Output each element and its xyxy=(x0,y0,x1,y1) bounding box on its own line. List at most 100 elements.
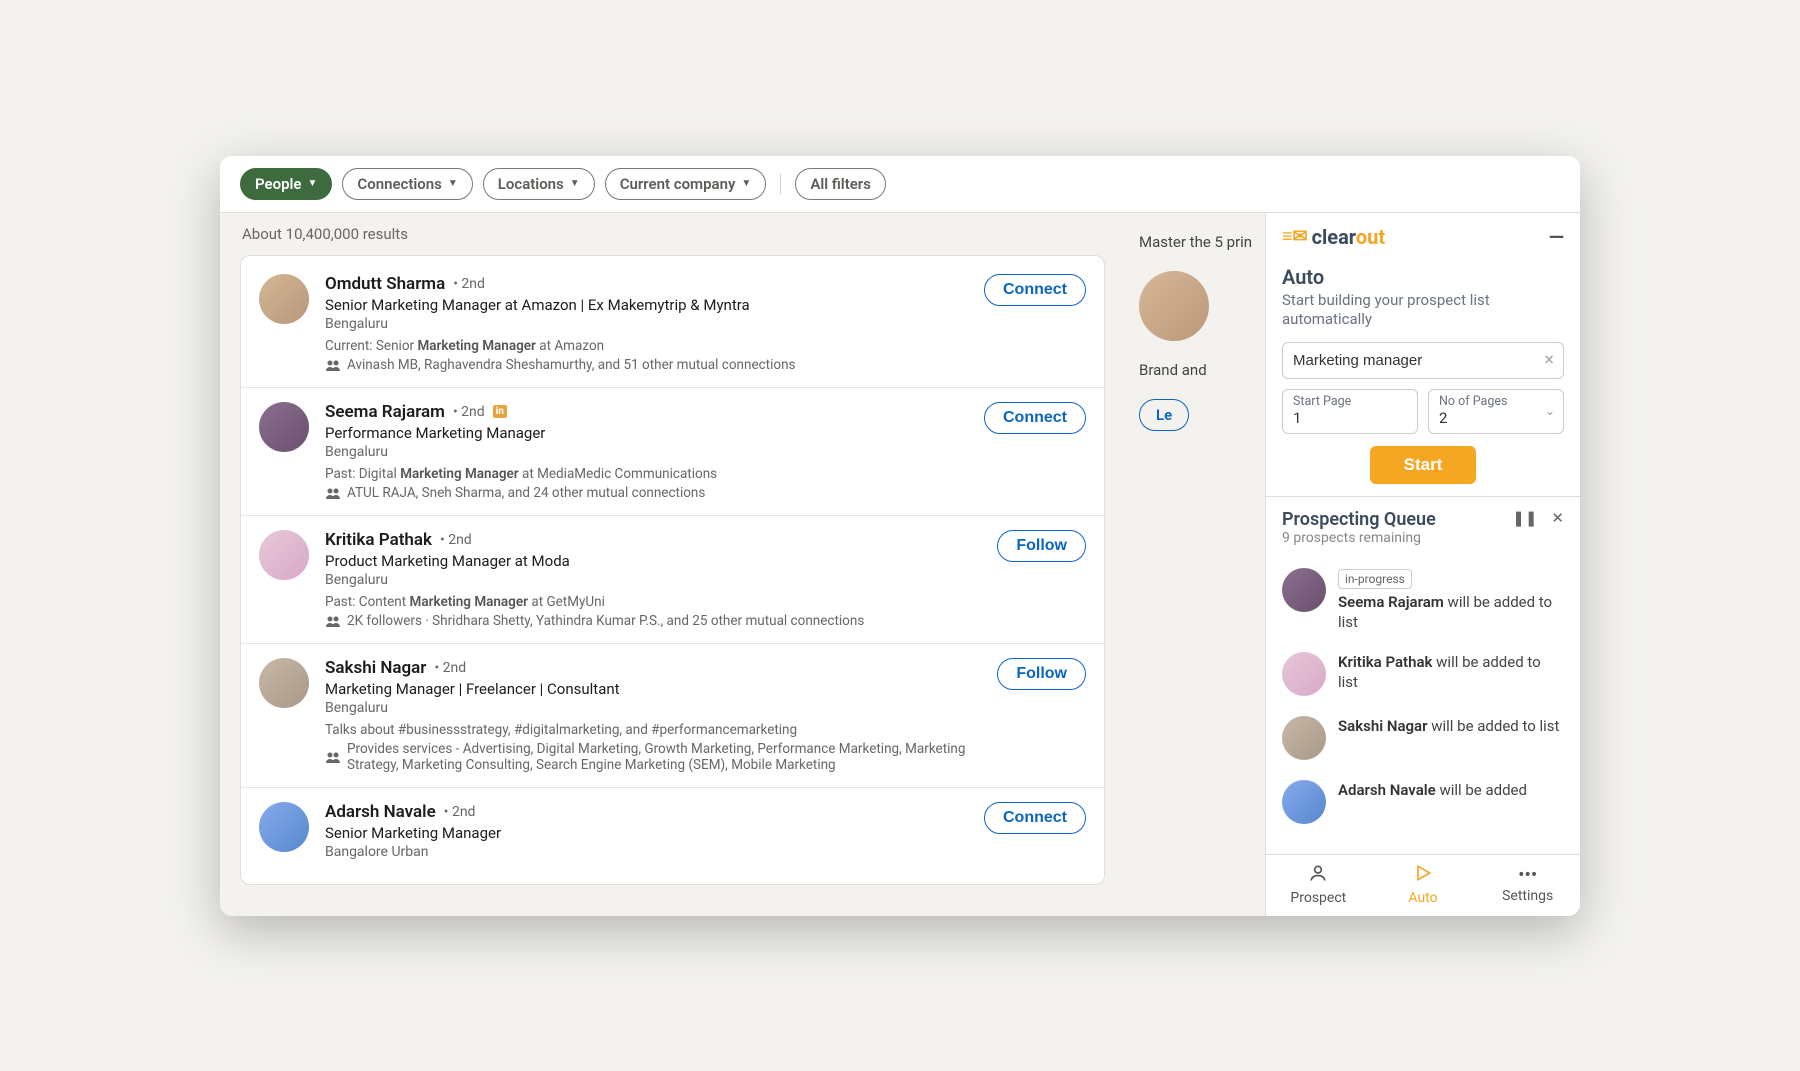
avatar[interactable] xyxy=(259,402,309,452)
queue-item: Sakshi Nagar will be added to list xyxy=(1266,706,1580,770)
people-icon xyxy=(325,487,341,499)
page-inputs-row: Start Page 1 No of Pages 2 ⌄ xyxy=(1282,389,1564,434)
people-icon xyxy=(325,751,341,763)
nav-auto-label: Auto xyxy=(1408,890,1437,906)
pages-value: 2 xyxy=(1439,409,1553,427)
result-meta: Past: Content Marketing Manager at GetMy… xyxy=(325,594,981,610)
auto-title: Auto xyxy=(1282,265,1564,289)
result-action-col: Connect xyxy=(984,802,1086,866)
result-degree: • 2nd xyxy=(453,276,485,292)
results-list: Omdutt Sharma • 2nd Senior Marketing Man… xyxy=(240,255,1105,885)
result-headline: Product Marketing Manager at Moda xyxy=(325,552,981,570)
result-meta: Talks about #businessstrategy, #digitalm… xyxy=(325,722,981,738)
queue-avatar xyxy=(1282,716,1326,760)
results-count: About 10,400,000 results xyxy=(220,213,1125,255)
mutual-connections: Provides services - Advertising, Digital… xyxy=(325,741,981,773)
result-action-col: Follow xyxy=(997,658,1086,773)
result-action-col: Follow xyxy=(997,530,1086,629)
result-degree: • 2nd xyxy=(453,404,485,420)
queue-item-text: in-progressSeema Rajaram will be added t… xyxy=(1338,568,1564,633)
search-result: Adarsh Navale • 2nd Senior Marketing Man… xyxy=(241,788,1104,880)
filter-locations-label: Locations xyxy=(498,175,564,193)
person-icon xyxy=(1266,863,1371,888)
queue-list: in-progressSeema Rajaram will be added t… xyxy=(1266,552,1580,854)
sidebar-ad: Master the 5 prin Brand and Le xyxy=(1125,213,1265,916)
follow-button[interactable]: Follow xyxy=(997,530,1086,562)
result-name[interactable]: Seema Rajaram xyxy=(325,402,445,422)
queue-item-text: Sakshi Nagar will be added to list xyxy=(1338,716,1564,736)
result-name[interactable]: Sakshi Nagar xyxy=(325,658,426,678)
queue-status-badge: in-progress xyxy=(1338,569,1412,589)
queue-item-text: Adarsh Navale will be added xyxy=(1338,780,1564,800)
filter-all-filters-label: All filters xyxy=(810,175,871,193)
connect-button[interactable]: Connect xyxy=(984,802,1086,834)
result-location: Bengaluru xyxy=(325,316,968,332)
result-headline: Performance Marketing Manager xyxy=(325,424,968,442)
queue-item: Adarsh Navale will be added xyxy=(1266,770,1580,834)
nav-prospect[interactable]: Prospect xyxy=(1266,855,1371,916)
nav-prospect-label: Prospect xyxy=(1290,890,1346,906)
minimize-button[interactable]: — xyxy=(1549,225,1564,249)
avatar[interactable] xyxy=(259,802,309,852)
avatar[interactable] xyxy=(259,658,309,708)
result-meta: Past: Digital Marketing Manager at Media… xyxy=(325,466,968,482)
filter-connections[interactable]: Connections ▼ xyxy=(342,168,472,200)
dots-icon: ••• xyxy=(1475,863,1580,886)
filter-current-company-label: Current company xyxy=(620,175,736,193)
filter-all-filters[interactable]: All filters xyxy=(795,168,886,200)
filter-bar: People ▼ Connections ▼ Locations ▼ Curre… xyxy=(220,156,1580,213)
queue-remaining: 9 prospects remaining xyxy=(1282,530,1436,546)
clear-input-icon[interactable]: × xyxy=(1544,350,1554,371)
result-degree: • 2nd xyxy=(440,532,472,548)
ad-text-2: Brand and xyxy=(1139,361,1265,379)
connect-button[interactable]: Connect xyxy=(984,274,1086,306)
result-name[interactable]: Kritika Pathak xyxy=(325,530,432,550)
app-window: People ▼ Connections ▼ Locations ▼ Curre… xyxy=(220,156,1580,916)
search-result: Kritika Pathak • 2nd Product Marketing M… xyxy=(241,516,1104,644)
nav-auto[interactable]: Auto xyxy=(1371,855,1476,916)
nav-settings-label: Settings xyxy=(1502,888,1553,904)
result-action-col: Connect xyxy=(984,402,1086,501)
mutual-connections: Avinash MB, Raghavendra Sheshamurthy, an… xyxy=(325,357,968,373)
result-body: Seema Rajaram • 2nd in Performance Marke… xyxy=(325,402,968,501)
result-action-col: Connect xyxy=(984,274,1086,373)
search-result: Omdutt Sharma • 2nd Senior Marketing Man… xyxy=(241,260,1104,388)
result-degree: • 2nd xyxy=(434,660,466,676)
ad-button[interactable]: Le xyxy=(1139,399,1189,431)
follow-button[interactable]: Follow xyxy=(997,658,1086,690)
result-meta: Current: Senior Marketing Manager at Ama… xyxy=(325,338,968,354)
play-icon xyxy=(1371,863,1476,888)
caret-down-icon: ▼ xyxy=(741,178,751,189)
start-page-label: Start Page xyxy=(1293,394,1407,409)
start-page-field[interactable]: Start Page 1 xyxy=(1282,389,1418,434)
pages-field[interactable]: No of Pages 2 ⌄ xyxy=(1428,389,1564,434)
filter-people[interactable]: People ▼ xyxy=(240,168,332,200)
separator xyxy=(780,174,781,194)
mutual-connections: ATUL RAJA, Sneh Sharma, and 24 other mut… xyxy=(325,485,968,501)
filter-locations[interactable]: Locations ▼ xyxy=(483,168,595,200)
avatar[interactable] xyxy=(259,530,309,580)
ad-text-1: Master the 5 prin xyxy=(1139,233,1265,251)
content-area: About 10,400,000 results Omdutt Sharma •… xyxy=(220,213,1580,916)
auto-section: Auto Start building your prospect list a… xyxy=(1266,261,1580,497)
result-location: Bangalore Urban xyxy=(325,844,968,860)
close-icon[interactable]: ✕ xyxy=(1551,509,1564,527)
filter-connections-label: Connections xyxy=(357,175,441,193)
search-input[interactable] xyxy=(1282,342,1564,379)
result-location: Bengaluru xyxy=(325,700,981,716)
filter-current-company[interactable]: Current company ▼ xyxy=(605,168,767,200)
result-headline: Senior Marketing Manager xyxy=(325,824,968,842)
avatar[interactable] xyxy=(259,274,309,324)
result-name[interactable]: Adarsh Navale xyxy=(325,802,436,822)
result-name[interactable]: Omdutt Sharma xyxy=(325,274,445,294)
result-degree: • 2nd xyxy=(444,804,476,820)
connect-button[interactable]: Connect xyxy=(984,402,1086,434)
search-result: Seema Rajaram • 2nd in Performance Marke… xyxy=(241,388,1104,516)
people-icon xyxy=(325,359,341,371)
nav-settings[interactable]: ••• Settings xyxy=(1475,855,1580,916)
logo-mark-icon: ≡✉ xyxy=(1282,226,1308,247)
result-body: Adarsh Navale • 2nd Senior Marketing Man… xyxy=(325,802,968,866)
start-button[interactable]: Start xyxy=(1370,446,1477,484)
caret-down-icon: ▼ xyxy=(570,178,580,189)
pause-icon[interactable]: ❚❚ xyxy=(1512,509,1537,527)
